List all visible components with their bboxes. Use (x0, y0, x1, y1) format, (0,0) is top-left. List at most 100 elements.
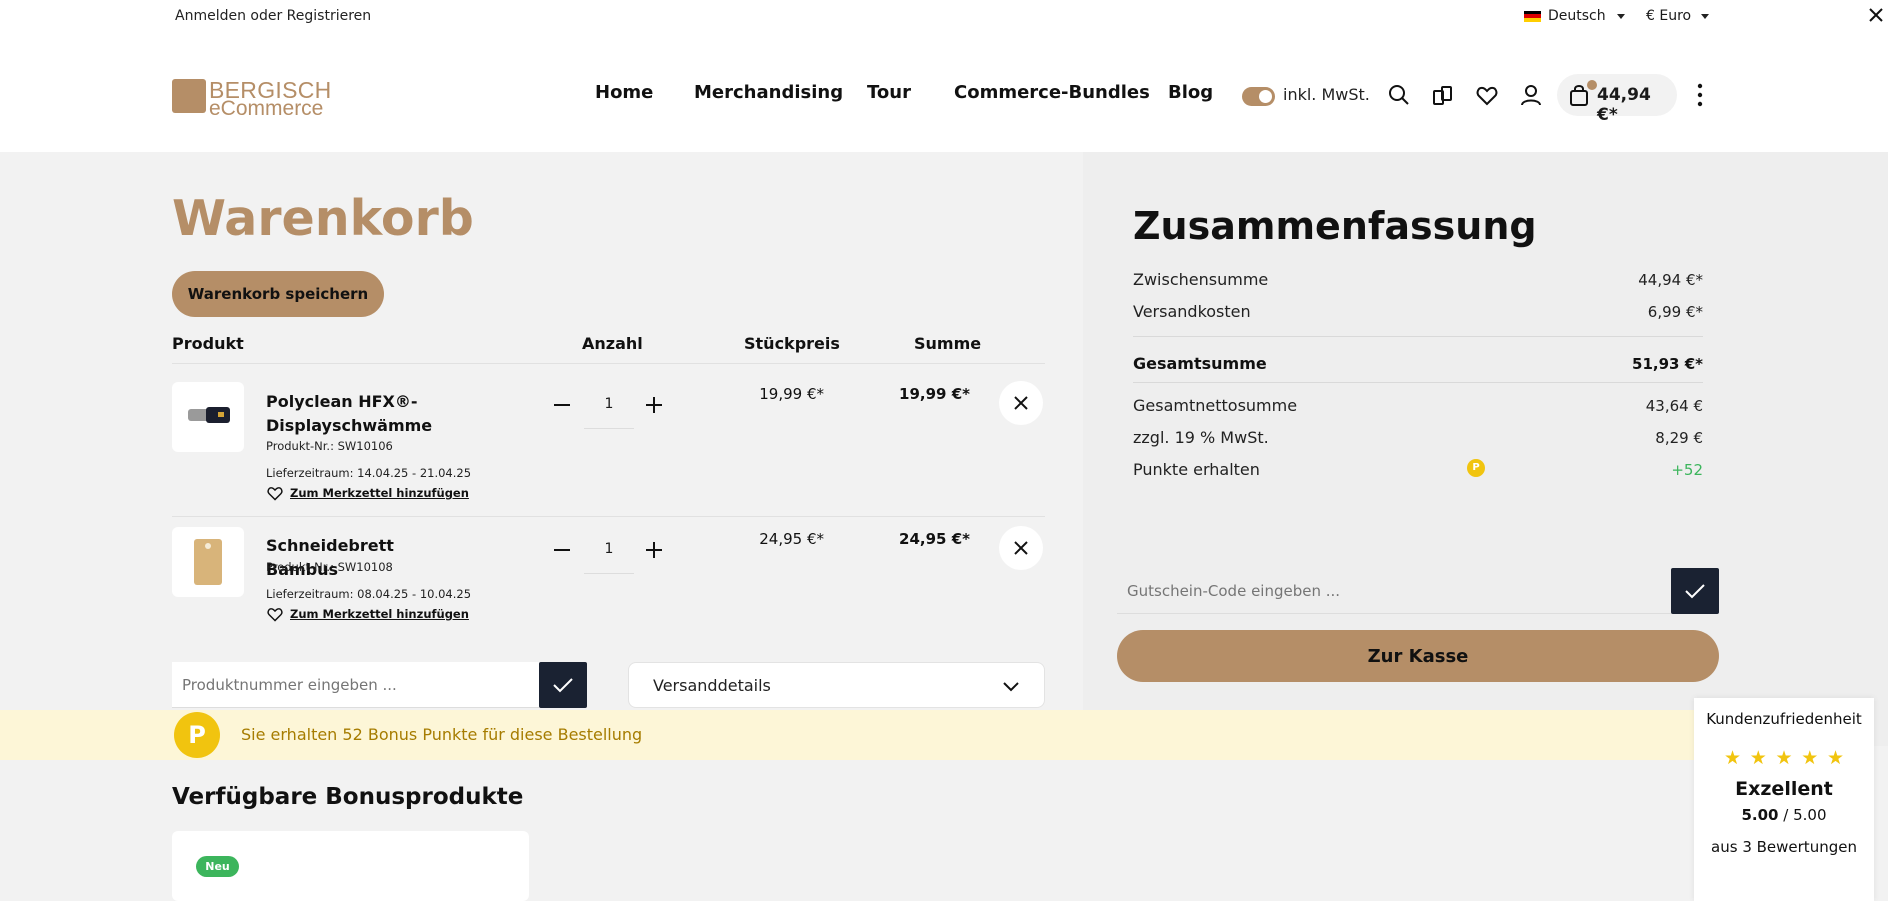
login-register-link[interactable]: Anmelden oder Registrieren (175, 8, 371, 24)
close-icon[interactable] (1867, 6, 1885, 24)
product-name[interactable]: Polyclean HFX®-Displayschwämme (266, 390, 466, 438)
star-rating: ★ ★ ★ ★ ★ (1724, 748, 1844, 768)
save-cart-button[interactable]: Warenkorb speichern (172, 271, 384, 317)
heart-icon[interactable] (1475, 83, 1499, 107)
product-image[interactable] (172, 382, 244, 452)
wishlist-label: Zum Merkzettel hinzufügen (290, 607, 469, 621)
divider (172, 363, 1045, 364)
score-value: 5.00 (1741, 806, 1779, 824)
language-selector[interactable]: Deutsch (1524, 8, 1625, 24)
quantity-input[interactable]: 1 (584, 379, 634, 429)
quantity-input[interactable]: 1 (584, 524, 634, 574)
star-icon: ★ (1775, 747, 1793, 769)
currency-label: € Euro (1646, 8, 1692, 24)
heart-icon (267, 487, 283, 501)
german-flag-icon (1524, 10, 1541, 22)
widget-title: Kundenzufriedenheit (1706, 710, 1862, 728)
page-title: Warenkorb (172, 190, 474, 247)
more-vertical-icon[interactable] (1692, 82, 1708, 108)
subtotal-label: Zwischensumme (1133, 270, 1269, 289)
decrease-quantity-button[interactable] (551, 394, 573, 416)
product-image[interactable] (172, 527, 244, 597)
checkout-button[interactable]: Zur Kasse (1117, 630, 1719, 682)
star-icon: ★ (1749, 747, 1767, 769)
remove-item-button[interactable] (999, 381, 1043, 425)
cart-button[interactable]: 44,94 €* (1557, 74, 1677, 125)
increase-quantity-button[interactable] (643, 394, 665, 416)
points-label: Punkte erhalten (1133, 460, 1260, 479)
chevron-down-icon (1003, 682, 1019, 692)
lion-logo-icon (172, 79, 206, 113)
remove-item-button[interactable] (999, 526, 1043, 570)
nav-merchandising[interactable]: Merchandising (694, 82, 843, 103)
product-number-input[interactable] (172, 662, 539, 708)
add-to-wishlist-link[interactable]: Zum Merkzettel hinzufügen (266, 485, 469, 501)
divider (172, 516, 1045, 517)
unit-price: 19,99 €* (759, 385, 824, 403)
bonus-points-icon: P (174, 712, 220, 758)
language-label: Deutsch (1548, 8, 1606, 24)
logo-line2: eCommerce (209, 97, 324, 120)
checkmark-icon (553, 678, 573, 693)
user-icon[interactable] (1519, 83, 1543, 107)
delivery-period: Lieferzeitraum: 14.04.25 - 21.04.25 (266, 466, 472, 480)
customer-satisfaction-widget[interactable]: Kundenzufriedenheit ★ ★ ★ ★ ★ Exzellent … (1694, 698, 1874, 901)
line-total: 19,99 €* (899, 385, 970, 403)
submit-product-number-button[interactable] (539, 662, 587, 708)
shipping-details-label: Versanddetails (653, 676, 771, 695)
site-header: BERGISCH eCommerce Home Merchandising To… (0, 32, 1888, 152)
review-count: aus 3 Bewertungen (1711, 838, 1857, 856)
decrease-quantity-button[interactable] (551, 539, 573, 561)
tax-toggle[interactable] (1242, 87, 1275, 106)
product-sku: Produkt-Nr.: SW10108 (266, 560, 393, 574)
column-header-quantity: Anzahl (582, 334, 643, 353)
shipping-cost-label: Versandkosten (1133, 302, 1251, 321)
close-icon (1014, 396, 1028, 410)
add-to-wishlist-link[interactable]: Zum Merkzettel hinzufügen (266, 606, 469, 622)
submit-coupon-button[interactable] (1671, 568, 1719, 614)
shipping-cost-value: 6,99 €* (1647, 303, 1703, 321)
caret-down-icon (1616, 13, 1625, 19)
rating-score: 5.00 / 5.00 (1741, 806, 1827, 824)
summary-title: Zusammenfassung (1133, 204, 1537, 248)
compare-icon[interactable] (1431, 83, 1455, 107)
search-icon[interactable] (1387, 83, 1411, 107)
star-icon: ★ (1801, 747, 1819, 769)
score-max: 5.00 (1793, 806, 1827, 824)
cutting-board-product-icon (194, 539, 222, 585)
bonus-products-title: Verfügbare Bonusprodukte (172, 784, 524, 810)
star-icon: ★ (1826, 747, 1844, 769)
heart-icon (267, 608, 283, 622)
currency-selector[interactable]: € Euro (1646, 8, 1710, 24)
subtotal-value: 44,94 €* (1638, 271, 1703, 289)
sponge-product-icon (188, 407, 230, 423)
shipping-details-dropdown[interactable]: Versanddetails (628, 662, 1045, 708)
column-header-total: Summe (914, 334, 982, 353)
nav-tour[interactable]: Tour (867, 82, 911, 103)
product-sku: Produkt-Nr.: SW10106 (266, 439, 393, 453)
nav-commerce-bundles[interactable]: Commerce-Bundles (954, 82, 1150, 103)
column-header-unit-price: Stückpreis (744, 334, 840, 353)
cart-total: 44,94 €* (1597, 85, 1651, 125)
coupon-code-input[interactable] (1117, 568, 1672, 614)
unit-price: 24,95 €* (759, 530, 824, 548)
new-badge: Neu (196, 856, 239, 877)
vat-value: 8,29 € (1655, 429, 1703, 447)
top-bar: Anmelden oder Registrieren Deutsch € Eur… (0, 0, 1888, 32)
points-value: +52 (1671, 461, 1703, 479)
nav-blog[interactable]: Blog (1168, 82, 1213, 103)
grand-total-value: 51,93 €* (1632, 355, 1703, 373)
line-total: 24,95 €* (899, 530, 970, 548)
tax-toggle-label: inkl. MwSt. (1283, 85, 1370, 104)
product-name[interactable]: Schneidebrett Bambus (266, 534, 466, 582)
wishlist-label: Zum Merkzettel hinzufügen (290, 486, 469, 500)
caret-down-icon (1701, 13, 1710, 19)
nav-home[interactable]: Home (595, 82, 653, 103)
net-total-label: Gesamtnettosumme (1133, 396, 1298, 415)
rating-label: Exzellent (1735, 778, 1833, 800)
delivery-period: Lieferzeitraum: 08.04.25 - 10.04.25 (266, 587, 472, 601)
vat-label: zzgl. 19 % MwSt. (1133, 428, 1269, 447)
increase-quantity-button[interactable] (643, 539, 665, 561)
star-icon: ★ (1724, 747, 1742, 769)
brand-logo[interactable]: BERGISCH eCommerce (172, 77, 331, 120)
